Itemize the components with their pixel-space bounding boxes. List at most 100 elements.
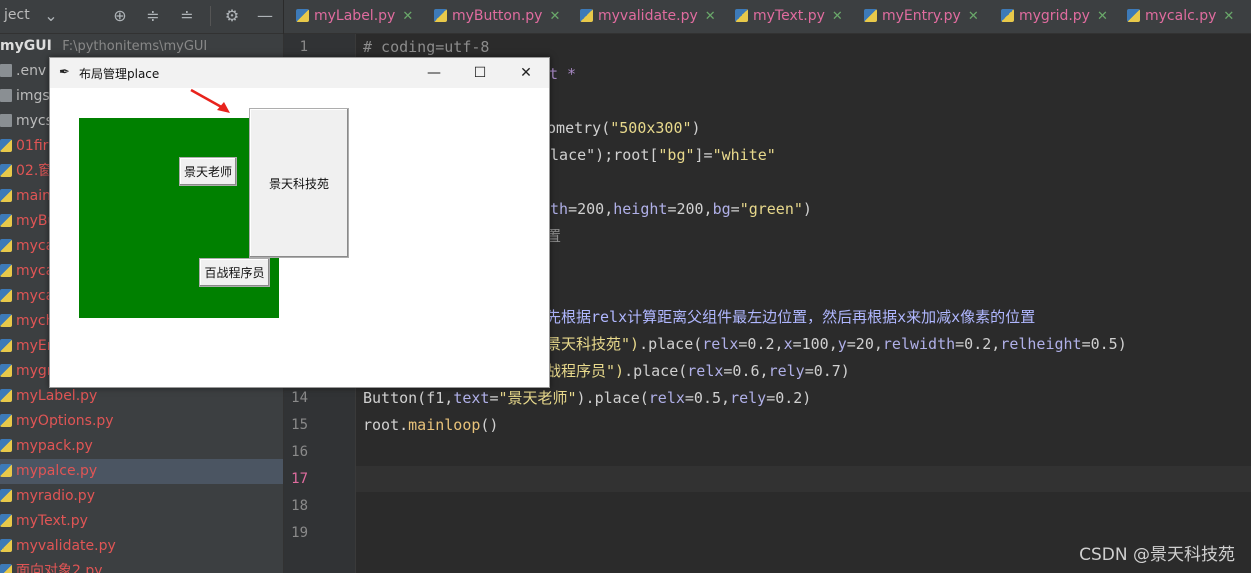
tree-root-path: F:\pythonitems\myGUI <box>62 39 208 54</box>
python-file-icon <box>434 9 447 22</box>
chevron-down-icon[interactable]: ⌄ <box>40 5 62 27</box>
line-number: 14 <box>291 390 308 406</box>
tree-item-label: myEr <box>16 338 53 354</box>
tree-item-label: mycs <box>16 113 53 129</box>
python-file-icon <box>0 539 12 552</box>
python-file-icon <box>0 214 12 227</box>
python-file-icon <box>735 9 748 22</box>
code-line: 战程序员").place(relx=0.6,rely=0.7) <box>546 362 850 380</box>
close-icon[interactable]: ✕ <box>1097 9 1108 24</box>
folder-icon <box>0 89 12 102</box>
python-file-icon <box>0 164 12 177</box>
code-line: dth=200,height=200,bg="green") <box>541 200 812 218</box>
tab-label: myEntry.py <box>882 8 961 24</box>
tree-item-label: mypack.py <box>16 438 93 454</box>
line-number: 19 <box>291 525 308 541</box>
python-file-icon <box>0 414 12 427</box>
code-line: root.mainloop() <box>363 416 499 434</box>
close-icon[interactable]: ✕ <box>1223 9 1234 24</box>
tab-mygrid[interactable]: mygrid.py ✕ <box>1001 0 1108 33</box>
folder-icon <box>0 114 12 127</box>
programmer-button[interactable]: 百战程序员 <box>199 258 270 287</box>
close-icon[interactable]: ✕ <box>968 9 979 24</box>
tree-root[interactable]: myGUI F:\pythonitems\myGUI <box>0 34 283 59</box>
collapse-all-icon[interactable]: ≐ <box>176 5 198 27</box>
tab-mybutton[interactable]: myButton.py ✕ <box>434 0 560 33</box>
feather-icon: ✒ <box>59 65 70 80</box>
python-file-icon <box>1001 9 1014 22</box>
line-number: 15 <box>291 417 308 433</box>
close-icon[interactable]: ✕ <box>705 9 716 24</box>
tree-item-label: myLabel.py <box>16 388 98 404</box>
tab-label: myText.py <box>753 8 825 24</box>
code-line: Button(f1,text="景天老师").place(relx=0.5,re… <box>363 389 812 407</box>
tk-window-title: 布局管理place <box>79 67 160 81</box>
target-icon[interactable]: ⊕ <box>109 5 131 27</box>
tree-item[interactable]: mypack.py <box>0 434 283 459</box>
tab-label: mygrid.py <box>1019 8 1090 24</box>
tree-item[interactable]: 面向对象2.py <box>0 559 283 573</box>
tab-mycalc[interactable]: mycalc.py ✕ <box>1127 0 1234 33</box>
python-file-icon <box>0 289 12 302</box>
tree-item[interactable]: mypalce.py <box>0 459 283 484</box>
tab-label: mycalc.py <box>1145 8 1217 24</box>
python-file-icon <box>580 9 593 22</box>
python-file-icon <box>0 189 12 202</box>
python-file-icon <box>0 564 12 573</box>
gear-icon[interactable]: ⚙ <box>221 5 243 27</box>
minimize-button[interactable]: — <box>411 58 457 88</box>
tree-item-label: .env <box>16 63 47 79</box>
tk-title-bar[interactable]: ✒ 布局管理place — ☐ ✕ <box>50 58 549 88</box>
code-line: t * <box>549 65 577 83</box>
tree-item-label: main <box>16 188 51 204</box>
garden-button[interactable]: 景天科技苑 <box>249 108 349 258</box>
tree-item[interactable]: myvalidate.py <box>0 534 283 559</box>
tk-window[interactable]: ✒ 布局管理place — ☐ ✕ 景天老师 景天科技苑 百战程序员 <box>49 57 550 388</box>
python-file-icon <box>0 489 12 502</box>
tab-mytext[interactable]: myText.py ✕ <box>735 0 843 33</box>
tree-item-label: myradio.py <box>16 488 95 504</box>
python-file-icon <box>0 389 12 402</box>
code-line: 先根据relx计算距离父组件最左边位置，然后再根据x来加减x像素的位置 <box>546 308 1036 326</box>
python-file-icon <box>0 364 12 377</box>
tree-item-label: mygr <box>16 363 53 379</box>
tree-item-label: myOptions.py <box>16 413 114 429</box>
tree-root-name: myGUI <box>0 38 52 54</box>
tab-label: myButton.py <box>452 8 543 24</box>
teacher-button[interactable]: 景天老师 <box>179 157 237 186</box>
tab-myentry[interactable]: myEntry.py ✕ <box>864 0 979 33</box>
project-view-label[interactable]: ject <box>4 7 30 23</box>
tree-item-label: 02.窗 <box>16 163 53 179</box>
python-file-icon <box>864 9 877 22</box>
hide-panel-icon[interactable]: — <box>254 5 276 27</box>
python-file-icon <box>296 9 309 22</box>
tree-item-label: 面向对象2.py <box>16 563 103 573</box>
python-file-icon <box>0 514 12 527</box>
tree-item[interactable]: myOptions.py <box>0 409 283 434</box>
close-icon[interactable]: ✕ <box>832 9 843 24</box>
tree-item-label: myvalidate.py <box>16 538 116 554</box>
python-file-icon <box>0 314 12 327</box>
tab-myvalidate[interactable]: myvalidate.py ✕ <box>580 0 716 33</box>
python-file-icon <box>0 264 12 277</box>
python-file-icon <box>0 439 12 452</box>
watermark: CSDN @景天科技苑 <box>1079 545 1235 565</box>
expand-all-icon[interactable]: ≑ <box>142 5 164 27</box>
tree-item-label: mypalce.py <box>16 463 98 479</box>
tab-label: myLabel.py <box>314 8 396 24</box>
tree-item[interactable]: myradio.py <box>0 484 283 509</box>
current-line-highlight <box>356 466 1251 492</box>
toolbar-divider <box>210 6 211 26</box>
line-number: 18 <box>291 498 308 514</box>
tree-item[interactable]: myText.py <box>0 509 283 534</box>
maximize-button[interactable]: ☐ <box>457 58 503 88</box>
current-line-number: 17 <box>291 471 308 487</box>
code-line: eometry("500x300") <box>538 119 701 137</box>
tab-mylabel[interactable]: myLabel.py ✕ <box>296 0 413 33</box>
code-line: place");root["bg"]="white" <box>541 146 776 164</box>
close-button[interactable]: ✕ <box>503 58 549 88</box>
close-icon[interactable]: ✕ <box>402 9 413 24</box>
line-number: 16 <box>291 444 308 460</box>
close-icon[interactable]: ✕ <box>549 9 560 24</box>
python-file-icon <box>0 339 12 352</box>
